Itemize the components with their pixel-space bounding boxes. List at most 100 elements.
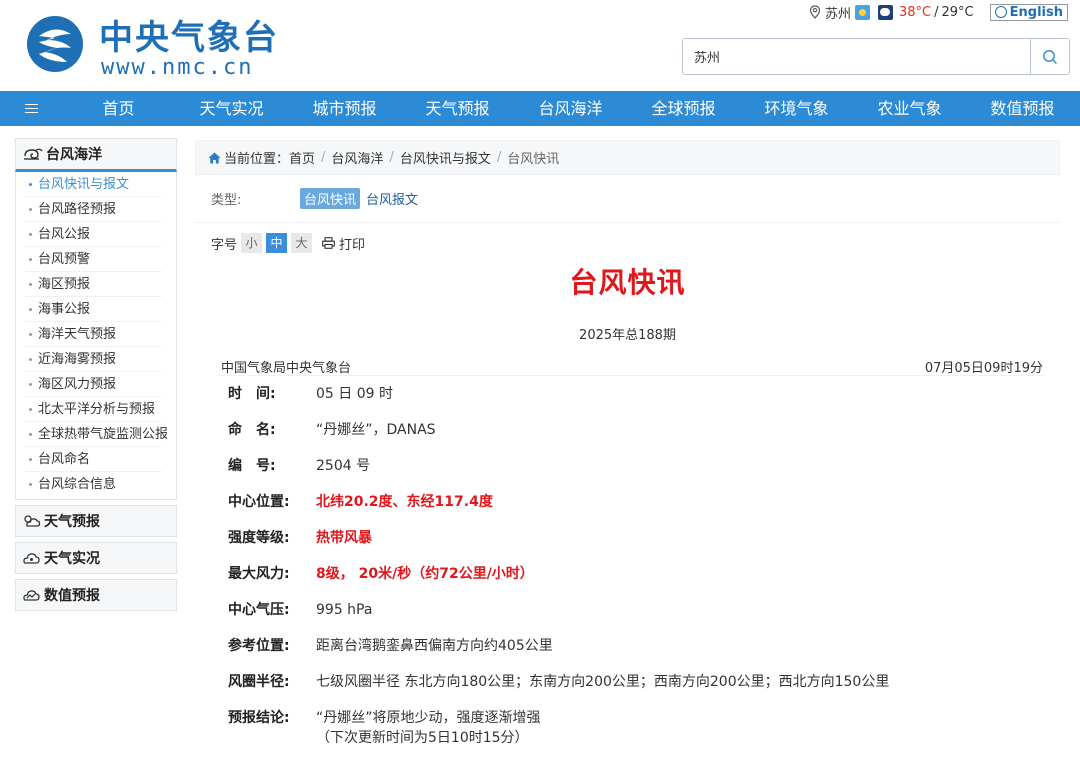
location-pin-icon — [809, 5, 821, 19]
sidebar-item-sea-wind[interactable]: 海区风力预报 — [26, 372, 162, 397]
sidebar-group-label: 天气实况 — [44, 551, 100, 567]
nav-item-weather-forecast[interactable]: 天气预报 — [401, 91, 514, 126]
detail-value: “丹娜丝”将原地少动，强度逐渐增强 （下次更新时间为5日10时15分） — [316, 708, 1048, 748]
main-nav: 首页 天气实况 城市预报 天气预报 台风海洋 全球预报 环境气象 农业气象 数值… — [0, 91, 1080, 126]
article-meta: 中国气象局中央气象台 07月05日09时19分 — [219, 354, 1045, 376]
hamburger-icon — [24, 107, 38, 110]
current-city[interactable]: 苏州 — [825, 3, 851, 22]
sidebar-item-maritime-report[interactable]: 海事公报 — [26, 297, 162, 322]
detail-key: 时 间: — [228, 386, 276, 402]
detail-key: 预报结论: — [228, 710, 290, 726]
sidebar-title: 台风海洋 — [46, 147, 102, 163]
detail-row-forecast: 预报结论: “丹娜丝”将原地少动，强度逐渐增强 （下次更新时间为5日10时15分… — [228, 708, 1048, 748]
sidebar-item-sea-area-forecast[interactable]: 海区预报 — [26, 272, 162, 297]
sidebar-item-typhoon-info[interactable]: 台风综合信息 — [26, 472, 162, 497]
nav-item-typhoon-ocean[interactable]: 台风海洋 — [514, 91, 627, 126]
temp-separator: / — [934, 4, 939, 20]
detail-key: 编 号: — [228, 458, 276, 474]
logo-domain: www.nmc.cn — [101, 55, 254, 80]
font-size-small-button[interactable]: 小 — [241, 233, 263, 253]
nav-item-home[interactable]: 首页 — [62, 91, 175, 126]
temp-low: 29°C — [941, 4, 974, 20]
detail-key: 最大风力: — [228, 566, 290, 582]
clear-night-icon — [878, 4, 893, 20]
detail-row-pressure: 中心气压: 995 hPa — [228, 600, 1048, 620]
nav-item-agriculture[interactable]: 农业气象 — [853, 91, 966, 126]
sidebar-item-tropical-cyclone[interactable]: 全球热带气旋监测公报 — [26, 422, 168, 447]
sidebar-item-track-forecast[interactable]: 台风路径预报 — [26, 197, 162, 222]
search-button[interactable] — [1030, 39, 1069, 74]
detail-value: 北纬20.2度、东经117.4度 — [316, 494, 493, 510]
breadcrumb: 当前位置： 首页 / 台风海洋 / 台风快讯与报文 / 台风快讯 — [195, 140, 1060, 175]
detail-value: 热带风暴 — [316, 530, 372, 546]
print-label: 打印 — [339, 237, 366, 253]
font-size-medium-button[interactable]: 中 — [266, 233, 288, 253]
sidebar-group-label: 天气预报 — [44, 514, 100, 530]
detail-key: 中心气压: — [228, 602, 290, 618]
detail-value: 995 hPa — [316, 602, 373, 618]
sidebar-item-sea-fog[interactable]: 近海海雾预报 — [26, 347, 162, 372]
detail-row-reference-position: 参考位置: 距离台湾鹅銮鼻西偏南方向约405公里 — [228, 636, 1048, 656]
detail-value: 8级， 20米/秒（约72公里/小时） — [316, 566, 534, 582]
logo-chinese-name: 中央气象台 — [99, 18, 279, 58]
issue-time: 07月05日09时19分 — [924, 361, 1043, 376]
breadcrumb-separator: / — [389, 150, 394, 165]
nmc-logo-icon — [27, 16, 83, 72]
detail-value: 七级风圈半径 东北方向180公里；东南方向200公里；西南方向200公里；西北方… — [316, 674, 890, 690]
sidebar-item-typhoon-bulletin[interactable]: 台风快讯与报文 — [26, 172, 162, 197]
sidebar-group-label: 数值预报 — [44, 588, 100, 604]
sidebar-section-weather-forecast[interactable]: 天气预报 — [15, 505, 177, 537]
breadcrumb-typhoon-ocean[interactable]: 台风海洋 — [331, 148, 383, 167]
cloud-sun-icon — [24, 515, 41, 527]
home-icon — [208, 152, 221, 163]
search-input[interactable] — [683, 39, 1031, 74]
font-size-large-button[interactable]: 大 — [291, 233, 313, 253]
english-language-button[interactable]: English — [989, 3, 1068, 21]
type-tag-report[interactable]: 台风报文 — [366, 189, 418, 208]
detail-value: “丹娜丝”，DANAS — [316, 422, 436, 438]
search-box — [682, 38, 1070, 75]
font-size-label: 字号 — [211, 237, 238, 253]
sidebar-section-typhoon[interactable]: 台风海洋 — [15, 138, 177, 172]
sidebar-item-north-pacific[interactable]: 北太平洋分析与预报 — [26, 397, 162, 422]
globe-icon — [994, 6, 1007, 18]
breadcrumb-separator: / — [321, 150, 326, 165]
issue-number: 2025年总188期 — [579, 328, 676, 343]
sidebar-section-numerical[interactable]: 数值预报 — [15, 579, 177, 611]
sunny-icon — [855, 4, 870, 20]
nav-item-environment[interactable]: 环境气象 — [740, 91, 853, 126]
article-tools: 字号 小 中 大 打印 — [211, 233, 365, 253]
nav-item-numerical[interactable]: 数值预报 — [966, 91, 1079, 126]
weather-topbar: 苏州 38°C / 29°C English — [809, 3, 1068, 22]
typhoon-icon — [24, 148, 43, 160]
detail-key: 风圈半径: — [228, 674, 290, 690]
cloud-icon — [23, 553, 40, 564]
detail-key: 命 名: — [228, 422, 276, 438]
sidebar-item-typhoon-report[interactable]: 台风公报 — [26, 222, 162, 247]
printer-icon — [322, 237, 335, 249]
detail-row-center-position: 中心位置: 北纬20.2度、东经117.4度 — [228, 492, 1048, 512]
detail-row-name: 命 名: “丹娜丝”，DANAS — [228, 420, 1048, 440]
print-button[interactable]: 打印 — [322, 234, 365, 253]
sidebar-item-ocean-weather[interactable]: 海洋天气预报 — [26, 322, 162, 347]
typhoon-details: 时 间: 05 日 09 时 命 名: “丹娜丝”，DANAS 编 号: 250… — [228, 384, 1048, 757]
detail-row-max-wind: 最大风力: 8级， 20米/秒（约72公里/小时） — [228, 564, 1048, 584]
cloud-chart-icon — [23, 590, 40, 601]
detail-row-intensity: 强度等级: 热带风暴 — [228, 528, 1048, 548]
breadcrumb-prefix: 当前位置： — [224, 152, 290, 167]
nav-item-city-forecast[interactable]: 城市预报 — [288, 91, 401, 126]
detail-key: 参考位置: — [228, 638, 290, 654]
sidebar-section-observations[interactable]: 天气实况 — [15, 542, 177, 574]
sidebar-item-typhoon-naming[interactable]: 台风命名 — [26, 447, 162, 472]
menu-button[interactable] — [0, 91, 62, 126]
breadcrumb-typhoon-bulletin[interactable]: 台风快讯与报文 — [400, 148, 491, 167]
type-tag-flash[interactable]: 台风快讯 — [300, 188, 361, 209]
sidebar-item-typhoon-warning[interactable]: 台风预警 — [26, 247, 162, 272]
site-logo[interactable]: 中央气象台 www.nmc.cn — [25, 14, 285, 80]
breadcrumb-home[interactable]: 首页 — [289, 148, 315, 167]
nav-item-global-forecast[interactable]: 全球预报 — [627, 91, 740, 126]
nav-item-observations[interactable]: 天气实况 — [175, 91, 288, 126]
breadcrumb-current: 台风快讯 — [507, 152, 560, 167]
detail-value: 05 日 09 时 — [316, 386, 393, 402]
detail-row-wind-radius: 风圈半径: 七级风圈半径 东北方向180公里；东南方向200公里；西南方向200… — [228, 672, 1048, 692]
